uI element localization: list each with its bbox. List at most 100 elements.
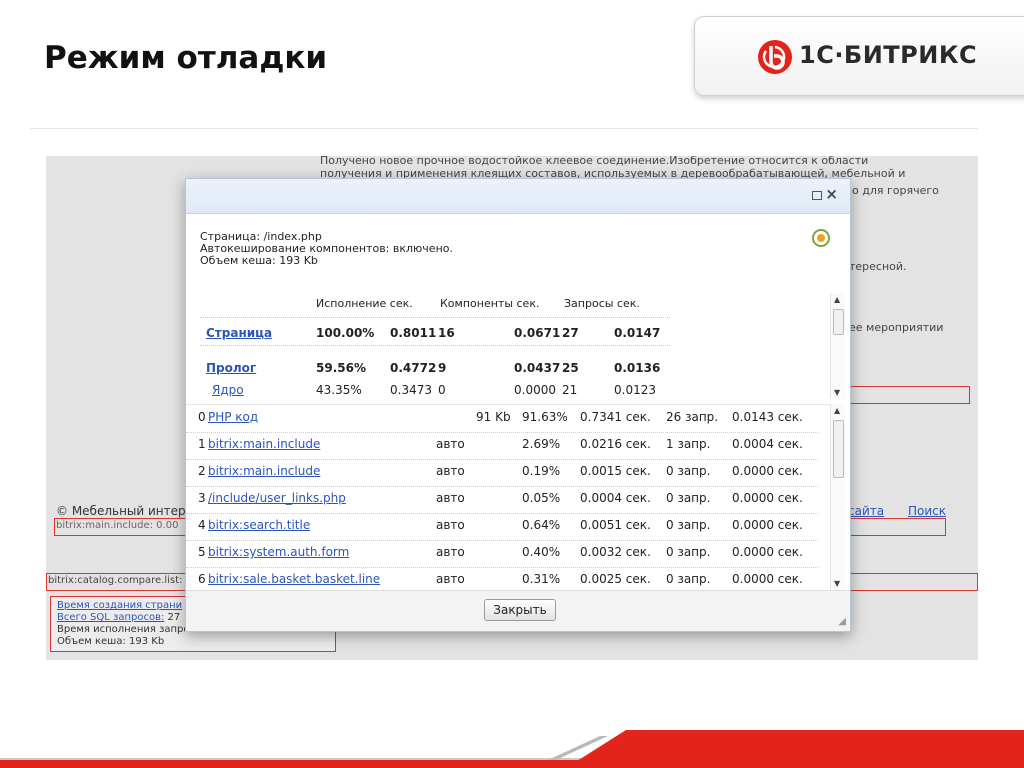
list-item-index: 3 <box>198 491 206 505</box>
component-debug-frame <box>54 518 196 536</box>
list-item-time: 0.0015 сек. <box>580 464 651 478</box>
list-item-index: 5 <box>198 545 206 559</box>
footer-link-sitemap[interactable]: сайта <box>848 504 884 518</box>
summary-table: Исполнение сек. Компоненты сек. Запросы … <box>200 291 820 401</box>
list-item-queries: 0 запр. <box>666 464 711 478</box>
list-item-time: 0.0004 сек. <box>580 491 651 505</box>
list-item-index: 0 <box>198 410 206 424</box>
list-scrollbar[interactable]: ▲ ▼ <box>830 404 845 590</box>
list-item-q-time: 0.0000 сек. <box>732 545 803 559</box>
column-header-components: Компоненты сек. <box>440 297 540 310</box>
footer-link-search[interactable]: Поиск <box>908 504 946 518</box>
summary-row-q-count: 21 <box>562 383 578 397</box>
resize-grip-icon[interactable]: ◢ <box>838 616 846 627</box>
slide-title: Режим отладки <box>44 40 328 76</box>
list-item: 4 bitrix:search.title авто 0.64% 0.0051 … <box>186 513 818 541</box>
list-item-name[interactable]: bitrix:main.include <box>208 464 320 478</box>
list-item-pct: 0.31% <box>522 572 561 586</box>
list-item-time: 0.0025 сек. <box>580 572 651 586</box>
list-item-cache: авто <box>436 437 465 451</box>
background-text-fragment: тересной. <box>849 260 907 273</box>
list-item-pct: 0.64% <box>522 518 561 532</box>
stats-cache-size: Объем кеша: 193 Kb <box>57 636 165 647</box>
copyright-text: © Мебельный интер <box>56 504 186 518</box>
close-icon[interactable]: × <box>825 185 838 203</box>
list-item-index: 6 <box>198 572 206 586</box>
summary-row-comp-count: 9 <box>438 361 447 375</box>
component-debug-frame <box>844 518 946 536</box>
summary-row-comp-time: 0.0437 <box>514 361 561 375</box>
summary-row: Пролог 59.56% 0.4772 9 0.0437 25 0.0136 <box>200 357 820 379</box>
list-item-pct: 0.40% <box>522 545 561 559</box>
background-text-fragment: о для горячего <box>852 184 939 197</box>
list-item-cache: авто <box>436 518 465 532</box>
list-item-name[interactable]: bitrix:sale.basket.basket.line <box>208 572 380 586</box>
list-item-time: 0.7341 сек. <box>580 410 651 424</box>
list-item-index: 4 <box>198 518 206 532</box>
summary-row-comp-time: 0.0000 <box>514 383 556 397</box>
refresh-icon[interactable] <box>812 229 830 247</box>
list-item-index: 2 <box>198 464 206 478</box>
summary-row-q-count: 25 <box>562 361 579 375</box>
list-item-q-time: 0.0143 сек. <box>732 410 803 424</box>
summary-row-time: 0.8011 <box>390 326 437 340</box>
dialog-titlebar[interactable]: × <box>186 179 850 214</box>
list-item-cache: авто <box>436 491 465 505</box>
list-item-q-time: 0.0000 сек. <box>732 572 803 586</box>
list-item: 5 bitrix:system.auth.form авто 0.40% 0.0… <box>186 540 818 568</box>
summary-row-pct: 100.00% <box>316 326 375 340</box>
list-item: 0 PHP код 91 Kb 91.63% 0.7341 сек. 26 за… <box>186 405 818 433</box>
scrollbar-thumb[interactable] <box>833 309 844 335</box>
list-item-time: 0.0216 сек. <box>580 437 651 451</box>
background-text-fragment: ее мероприятии <box>849 321 944 334</box>
list-item-name[interactable]: PHP код <box>208 410 258 424</box>
summary-row-name[interactable]: Ядро <box>212 383 244 397</box>
background-text: Получено новое прочное водостойкое клеев… <box>320 156 970 180</box>
list-item-q-time: 0.0000 сек. <box>732 464 803 478</box>
summary-row-time: 0.3473 <box>390 383 432 397</box>
list-item-name[interactable]: bitrix:system.auth.form <box>208 545 349 559</box>
summary-row-q-time: 0.0123 <box>614 383 656 397</box>
list-item-cache: авто <box>436 464 465 478</box>
background-text-line: Получено новое прочное водостойкое клеев… <box>320 156 869 167</box>
scrollbar-thumb[interactable] <box>833 420 844 478</box>
summary-row: Страница 100.00% 0.8011 16 0.0671 27 0.0… <box>200 322 820 344</box>
stats-sql-count: 27 <box>167 612 181 623</box>
component-debug-frame <box>844 573 978 591</box>
dialog-info: Страница: /index.php Автокеширование ком… <box>200 231 453 267</box>
summary-row-pct: 59.56% <box>316 361 366 375</box>
list-item-time: 0.0032 сек. <box>580 545 651 559</box>
row-divider <box>200 317 670 318</box>
list-item-pct: 0.19% <box>522 464 561 478</box>
column-header-queries: Запросы сек. <box>564 297 640 310</box>
summary-row-comp-count: 0 <box>438 383 446 397</box>
summary-row-q-time: 0.0136 <box>614 361 661 375</box>
logo-text: 1С·БИТРИКС <box>799 41 978 69</box>
list-item-pct: 2.69% <box>522 437 561 451</box>
list-item-name[interactable]: bitrix:search.title <box>208 518 310 532</box>
component-list: 0 PHP код 91 Kb 91.63% 0.7341 сек. 26 за… <box>186 404 834 591</box>
list-item-queries: 0 запр. <box>666 518 711 532</box>
summary-row-name[interactable]: Страница <box>206 326 272 340</box>
summary-row: Ядро 43.35% 0.3473 0 0.0000 21 0.0123 <box>200 379 820 401</box>
stats-sql-link[interactable]: Всего SQL запросов: <box>57 612 164 623</box>
list-item-name[interactable]: bitrix:main.include <box>208 437 320 451</box>
list-item-q-time: 0.0000 сек. <box>732 518 803 532</box>
component-debug-frame <box>844 386 970 404</box>
list-item-pct: 0.05% <box>522 491 561 505</box>
list-item-queries: 0 запр. <box>666 545 711 559</box>
summary-row-comp-time: 0.0671 <box>514 326 561 340</box>
list-item-time: 0.0051 сек. <box>580 518 651 532</box>
bitrix-logo-icon <box>758 40 792 74</box>
list-item-queries: 0 запр. <box>666 572 711 586</box>
list-item-q-time: 0.0000 сек. <box>732 491 803 505</box>
summary-scrollbar[interactable]: ▲ ▼ <box>830 293 845 399</box>
maximize-icon[interactable] <box>812 191 822 200</box>
list-item: 1 bitrix:main.include авто 2.69% 0.0216 … <box>186 432 818 460</box>
list-item-name[interactable]: /include/user_links.php <box>208 491 346 505</box>
summary-row-pct: 43.35% <box>316 383 362 397</box>
close-button[interactable]: Закрыть <box>484 599 556 621</box>
summary-row-name[interactable]: Пролог <box>206 361 256 375</box>
separator-line <box>30 128 978 129</box>
list-item-pct: 91.63% <box>522 410 568 424</box>
